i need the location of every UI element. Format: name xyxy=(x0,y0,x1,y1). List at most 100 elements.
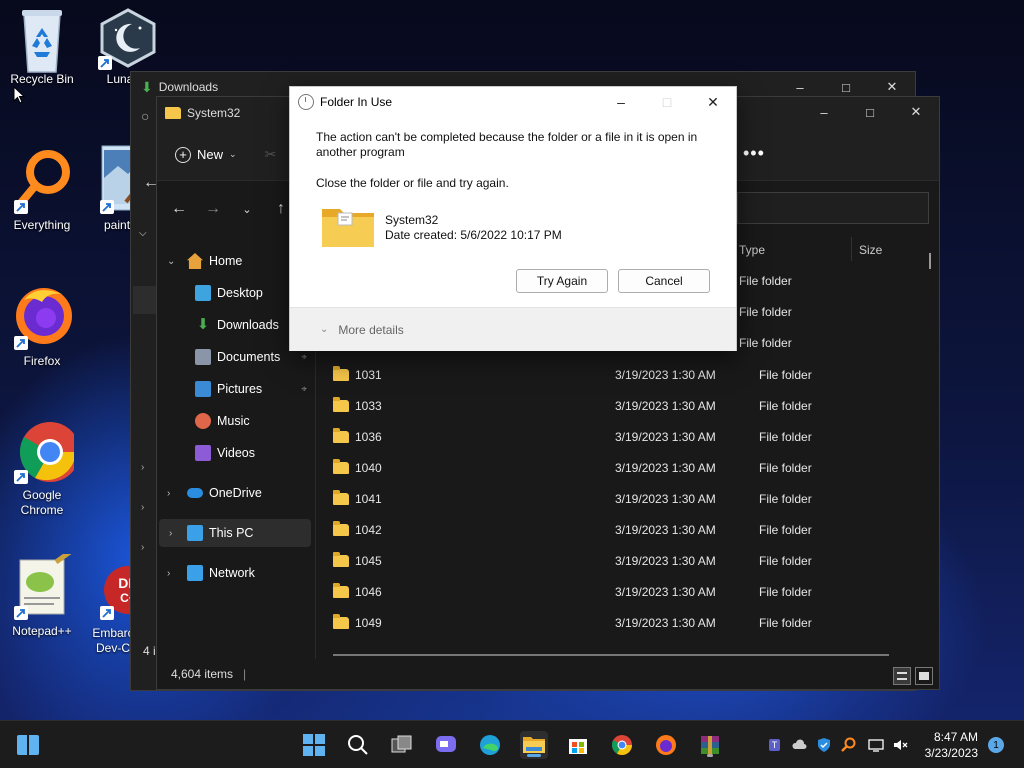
network-tray-icon[interactable] xyxy=(868,737,884,753)
horizontal-scrollbar[interactable] xyxy=(333,654,889,656)
new-button[interactable]: + New ⌄ xyxy=(175,146,237,163)
try-again-button[interactable]: Try Again xyxy=(516,269,608,293)
folder-in-use-dialog[interactable]: Folder In Use – □ ✕ The action can't be … xyxy=(289,86,737,351)
chevron-right-icon[interactable]: › xyxy=(167,488,170,499)
forward-arrow-icon[interactable]: → xyxy=(203,200,223,218)
chrome-button[interactable] xyxy=(608,731,636,759)
table-row[interactable]: 1046 3/19/2023 1:30 AM File folder xyxy=(333,576,933,607)
winrar-button[interactable] xyxy=(696,731,724,759)
table-row[interactable]: 1031 3/19/2023 1:30 AM File folder xyxy=(333,359,933,390)
security-tray-icon[interactable] xyxy=(816,737,832,753)
sidebar-item-pictures[interactable]: Pictures ⌖ xyxy=(157,375,313,403)
table-row[interactable]: 1040 3/19/2023 1:30 AM File folder xyxy=(333,452,933,483)
sidebar-item-videos[interactable]: Videos xyxy=(157,439,313,467)
search-button[interactable] xyxy=(344,731,372,759)
desktop-icon-chrome[interactable]: Google Chrome xyxy=(2,414,82,518)
desktop-icon-firefox[interactable]: Firefox xyxy=(2,280,82,369)
explorer-window-title: System32 xyxy=(187,106,241,120)
maximize-button[interactable]: □ xyxy=(847,97,893,127)
minimize-button[interactable]: – xyxy=(598,87,644,117)
firefox-icon xyxy=(656,735,676,755)
list-icon xyxy=(897,672,907,680)
system-clock[interactable]: 8:47 AM 3/23/2023 xyxy=(925,729,978,761)
search-icon xyxy=(348,735,368,755)
sidebar-item-this-pc[interactable]: › This PC xyxy=(159,519,311,547)
desktop: Recycle Bin Lunar C Everything paint Fir… xyxy=(0,0,1024,720)
search-box[interactable] xyxy=(737,192,929,224)
edge-button[interactable] xyxy=(476,731,504,759)
table-row[interactable]: 1033 3/19/2023 1:30 AM File folder xyxy=(333,390,933,421)
chevron-right-icon[interactable]: › xyxy=(167,568,170,579)
start-button[interactable] xyxy=(300,731,328,759)
column-divider[interactable] xyxy=(851,237,852,261)
chevron-right-icon[interactable]: › xyxy=(169,528,172,539)
desktop-icon-notepadpp[interactable]: Notepad++ xyxy=(2,549,82,639)
firefox-button[interactable] xyxy=(652,731,680,759)
chat-button[interactable] xyxy=(432,731,460,759)
shortcut-arrow-icon xyxy=(98,56,112,70)
chevron-right-icon[interactable]: › xyxy=(141,462,144,473)
table-row[interactable]: 1042 3/19/2023 1:30 AM File folder xyxy=(333,514,933,545)
table-row[interactable]: 1045 3/19/2023 1:30 AM File folder xyxy=(333,545,933,576)
close-button[interactable]: ✕ xyxy=(690,87,736,117)
downloads-window-title: Downloads xyxy=(158,80,219,94)
desktop-icon-everything[interactable]: Everything xyxy=(2,144,82,233)
file-explorer-icon xyxy=(523,737,545,753)
onedrive-tray-icon[interactable] xyxy=(792,737,808,753)
recent-locations-chevron-icon[interactable]: ⌄ xyxy=(237,203,257,216)
desktop-icon-recycle-bin[interactable]: Recycle Bin xyxy=(2,6,82,87)
status-bar: 4,604 items | xyxy=(157,659,939,689)
table-row[interactable]: 1036 3/19/2023 1:30 AM File folder xyxy=(333,421,933,452)
network-icon xyxy=(187,565,203,581)
taskbar: T 8:47 AM 3/23/2023 1 xyxy=(0,720,1024,768)
music-folder-icon xyxy=(195,413,211,429)
up-arrow-icon[interactable]: ↑ xyxy=(271,200,291,218)
cancel-button[interactable]: Cancel xyxy=(618,269,710,293)
folder-icon xyxy=(333,551,349,567)
status-divider: | xyxy=(243,667,247,681)
vertical-scrollbar[interactable] xyxy=(929,253,931,269)
everything-tray-icon[interactable] xyxy=(840,737,856,753)
pin-icon[interactable]: ⌖ xyxy=(301,352,307,363)
videos-folder-icon xyxy=(195,445,211,461)
file-explorer-button[interactable] xyxy=(520,731,548,759)
sidebar-item-label: Music xyxy=(217,414,250,428)
pin-icon[interactable]: ⌖ xyxy=(301,384,307,395)
sidebar-item-network[interactable]: › Network xyxy=(157,559,313,587)
sidebar-item-onedrive[interactable]: › OneDrive xyxy=(157,479,313,507)
back-arrow-icon[interactable]: ← xyxy=(169,200,189,218)
cut-icon[interactable]: ✂ xyxy=(265,146,277,163)
task-view-button[interactable] xyxy=(388,731,416,759)
minimize-button[interactable]: – xyxy=(801,97,847,127)
file-type: File folder xyxy=(759,367,812,382)
everything-search-icon xyxy=(10,144,74,214)
table-row[interactable]: 1041 3/19/2023 1:30 AM File folder xyxy=(333,483,933,514)
table-row[interactable]: 1049 3/19/2023 1:30 AM File folder xyxy=(333,607,933,638)
column-header-size[interactable]: Size xyxy=(859,239,882,261)
dialog-item-date: Date created: 5/6/2022 10:17 PM xyxy=(385,228,562,242)
folder-icon xyxy=(333,613,349,629)
widgets-button[interactable] xyxy=(14,731,42,759)
teams-tray-icon[interactable]: T xyxy=(768,737,784,753)
chevron-down-icon[interactable]: ⌵ xyxy=(139,228,147,239)
details-view-button[interactable] xyxy=(893,667,911,685)
running-indicator xyxy=(707,754,713,757)
more-details-toggle[interactable]: ⌄ More details xyxy=(290,307,736,351)
item-count: 4,604 items xyxy=(171,667,234,681)
chevron-down-icon[interactable]: ⌄ xyxy=(167,256,175,267)
sidebar-item-label: OneDrive xyxy=(209,486,262,500)
sidebar-selected-item[interactable] xyxy=(133,286,157,314)
tiles-view-button[interactable] xyxy=(915,667,933,685)
store-button[interactable] xyxy=(564,731,592,759)
chevron-right-icon[interactable]: › xyxy=(141,542,144,553)
sidebar-item-music[interactable]: Music xyxy=(157,407,313,435)
more-options-icon[interactable]: ••• xyxy=(743,143,765,164)
file-type: File folder xyxy=(759,522,812,537)
file-date: 3/19/2023 1:30 AM xyxy=(615,522,716,537)
file-type: File folder xyxy=(759,398,812,413)
notification-badge[interactable]: 1 xyxy=(988,737,1004,753)
close-button[interactable]: ✕ xyxy=(893,97,939,127)
chevron-right-icon[interactable]: › xyxy=(141,502,144,513)
column-header-type[interactable]: Type xyxy=(739,239,765,261)
volume-muted-icon[interactable] xyxy=(892,737,908,753)
